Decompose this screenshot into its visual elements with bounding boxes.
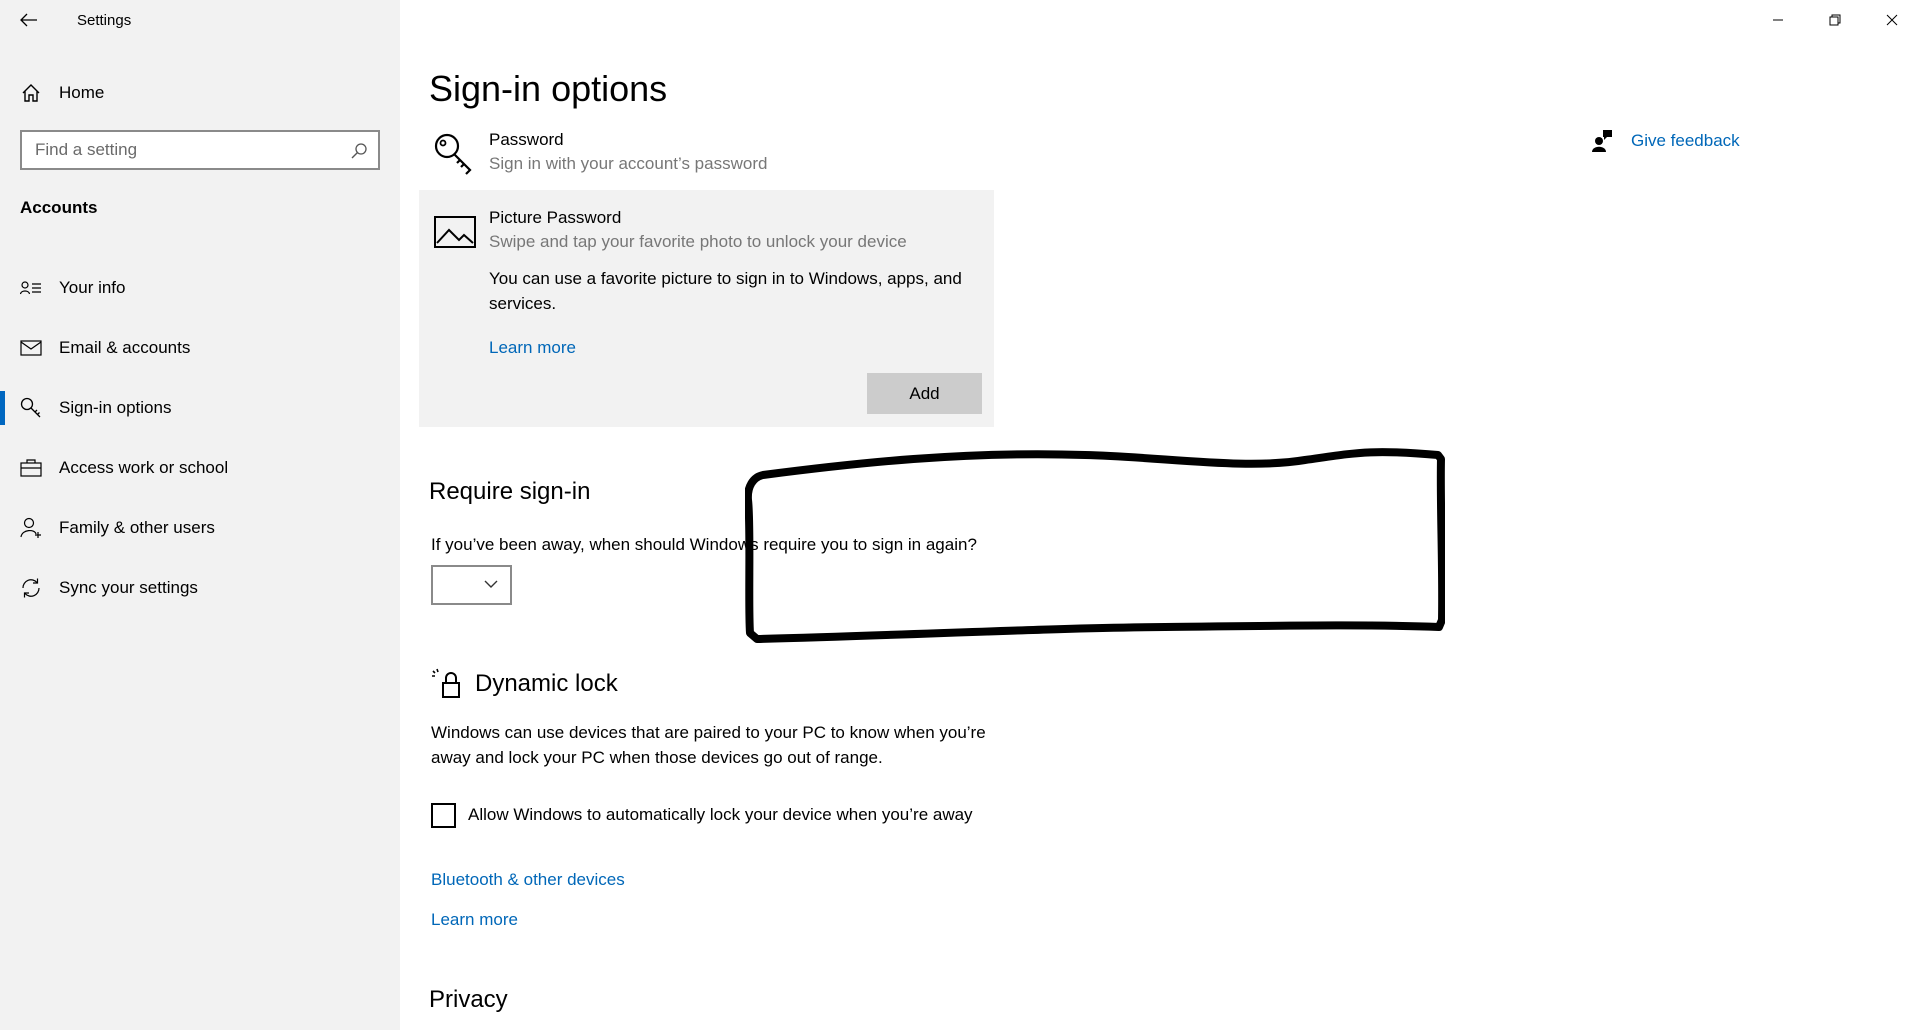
option-subtitle: Swipe and tap your favorite photo to unl… [489, 232, 907, 251]
sidebar-item-sync-settings[interactable]: Sync your settings [0, 558, 400, 618]
sidebar: Settings Home Accounts [0, 0, 400, 1030]
option-subtitle: Sign in with your account’s password [489, 154, 768, 173]
sidebar-item-email-accounts[interactable]: Email & accounts [0, 318, 400, 378]
sidebar-item-sign-in-options[interactable]: Sign-in options [0, 378, 400, 438]
dynamic-lock-checkbox[interactable] [431, 803, 456, 828]
option-title: Password [489, 130, 564, 149]
sync-icon [20, 577, 42, 599]
bluetooth-devices-link[interactable]: Bluetooth & other devices [431, 870, 625, 890]
require-signin-heading: Require sign-in [429, 478, 591, 505]
key-icon [20, 397, 42, 419]
key-icon [434, 133, 472, 175]
sidebar-item-label: Access work or school [59, 458, 229, 477]
section-heading: Accounts [20, 198, 98, 217]
search-box [20, 130, 380, 170]
person-list-icon [20, 277, 42, 299]
require-signin-question: If you’ve been away, when should Windows… [431, 535, 977, 554]
page-title: Sign-in options [429, 68, 668, 109]
picture-password-panel[interactable]: Picture Password Swipe and tap your favo… [419, 190, 994, 427]
picture-password-description: You can use a favorite picture to sign i… [489, 269, 962, 313]
learn-more-link[interactable]: Learn more [431, 910, 518, 930]
sidebar-item-family-other-users[interactable]: Family & other users [0, 498, 400, 558]
search-input[interactable] [22, 133, 332, 167]
person-add-icon [20, 517, 42, 539]
app-title: Settings [77, 12, 132, 29]
sidebar-item-your-info[interactable]: Your info [0, 258, 400, 318]
dynamic-lock-checkbox-label[interactable]: Allow Windows to automatically lock your… [468, 805, 973, 825]
require-signin-dropdown[interactable] [431, 565, 512, 605]
chevron-down-icon [484, 580, 498, 588]
title-bar: Settings [0, 0, 400, 40]
briefcase-icon [20, 457, 42, 479]
sidebar-item-label: Sign-in options [59, 398, 172, 417]
sidebar-item-label: Email & accounts [59, 338, 191, 357]
dynamic-lock-description: Windows can use devices that are paired … [431, 723, 986, 767]
sidebar-item-access-work-school[interactable]: Access work or school [0, 438, 400, 498]
add-picture-password-button[interactable]: Add [867, 373, 982, 414]
privacy-heading: Privacy [429, 986, 508, 1013]
dynamic-lock-heading: Dynamic lock [475, 670, 618, 697]
dynamic-lock-icon [432, 668, 460, 698]
option-title: Picture Password [489, 208, 622, 227]
search-icon[interactable] [350, 142, 368, 160]
mail-icon [20, 337, 42, 359]
give-feedback-link[interactable]: Give feedback [1592, 130, 1740, 152]
password-option[interactable]: Password Sign in with your account’s pas… [429, 128, 995, 184]
sidebar-nav: Your info Email & accounts Sign-in optio… [0, 258, 400, 618]
sidebar-item-home[interactable]: Home [0, 72, 400, 114]
sidebar-item-label: Home [59, 83, 105, 102]
sidebar-item-label: Your info [59, 278, 126, 297]
picture-icon [434, 216, 476, 248]
main-content: Sign-in options Give feedback Password S… [400, 0, 1920, 1030]
home-icon [20, 82, 42, 104]
settings-window: Settings Home Accounts [0, 0, 1920, 1030]
feedback-icon [1592, 130, 1612, 152]
sidebar-item-label: Sync your settings [59, 578, 198, 597]
feedback-label: Give feedback [1631, 131, 1740, 150]
back-arrow-icon [20, 13, 37, 27]
learn-more-link[interactable]: Learn more [489, 338, 576, 358]
sidebar-item-label: Family & other users [59, 518, 215, 537]
back-button[interactable] [14, 6, 44, 34]
